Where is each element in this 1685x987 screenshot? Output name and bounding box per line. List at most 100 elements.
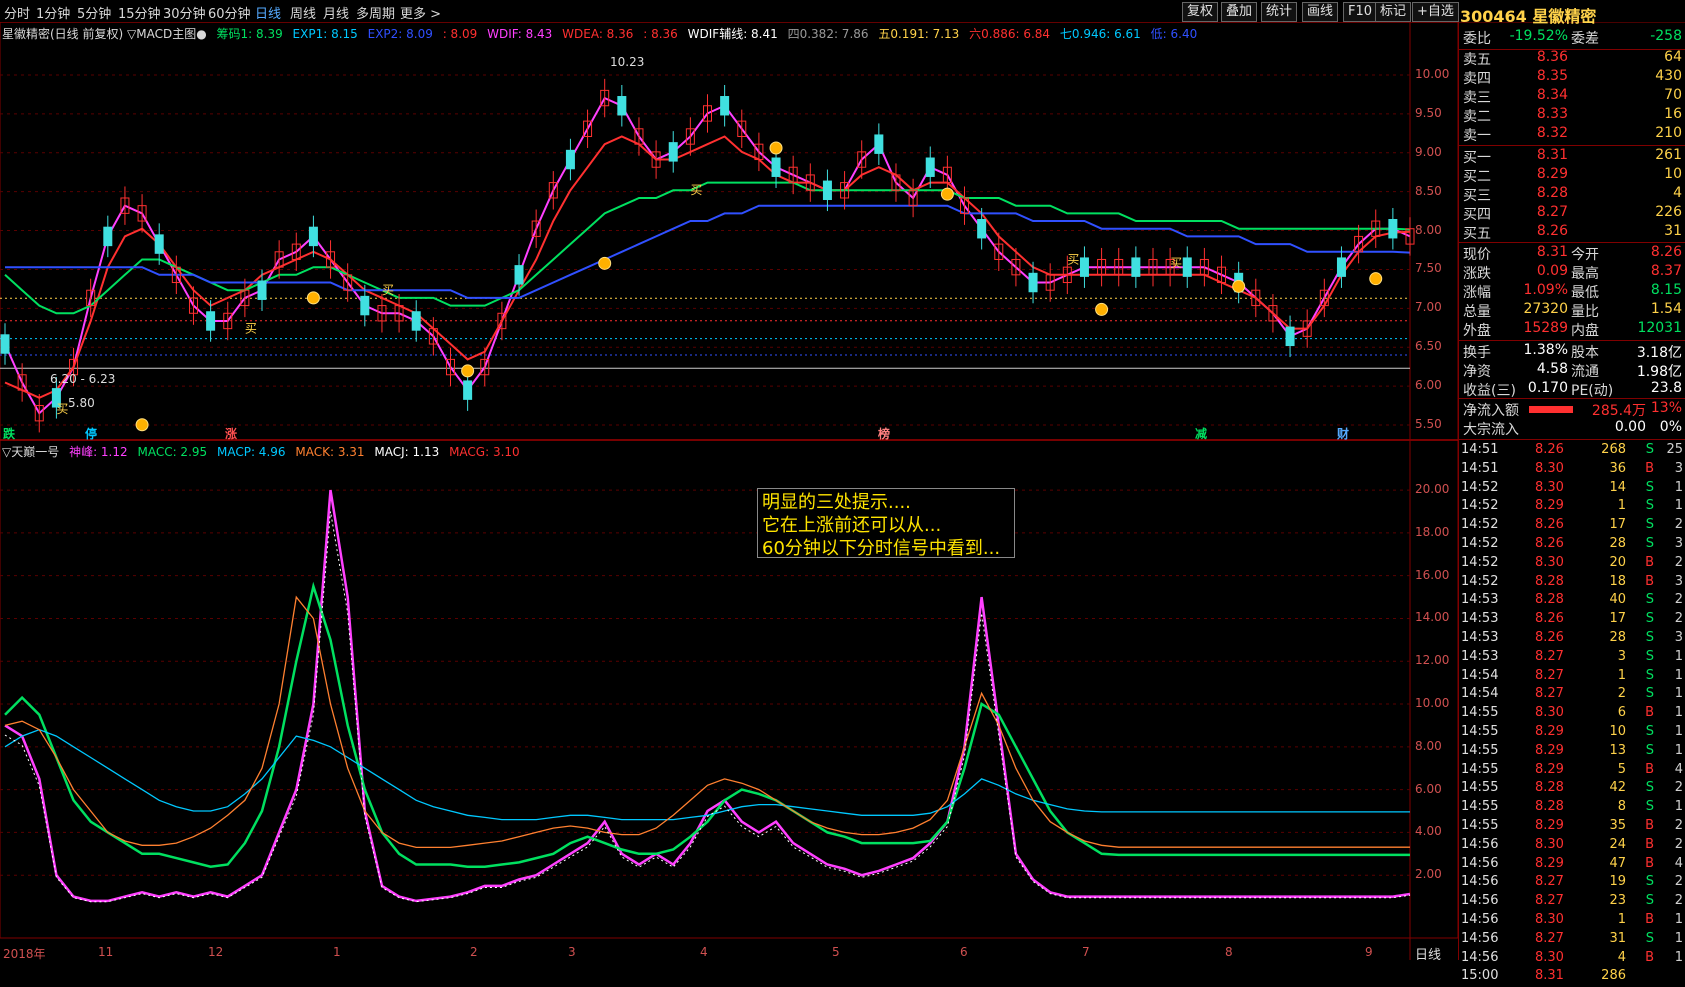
f10-button[interactable]: F10 (1343, 2, 1378, 22)
tick-row[interactable]: 14:55 8.30 6 B 1 (1459, 705, 1685, 724)
tick-row[interactable]: 14:54 8.27 1 S 1 (1459, 668, 1685, 687)
tick-row[interactable]: 14:53 8.26 17 S 2 (1459, 611, 1685, 630)
tick-side: S (1645, 498, 1654, 514)
tf-monthly[interactable]: 月线 (323, 3, 349, 22)
tick-row[interactable]: 14:55 8.29 13 S 1 (1459, 743, 1685, 762)
tf-30min[interactable]: 30分钟 (163, 3, 206, 22)
candle-body (1388, 219, 1398, 239)
tick-row[interactable]: 14:55 8.29 10 S 1 (1459, 724, 1685, 743)
ask-row[interactable]: 卖四 8.35 430 (1459, 68, 1685, 87)
tick-vol: 14 (1609, 479, 1626, 495)
tf-daily[interactable]: 日线 (255, 3, 281, 22)
event-marker[interactable]: 榜 (878, 425, 890, 442)
tick-row[interactable]: 14:51 8.30 36 B 3 (1459, 461, 1685, 480)
tf-multi[interactable]: 多周期 (356, 3, 395, 22)
period-tag[interactable]: 日线 (1415, 944, 1441, 963)
chart-area[interactable]: 买买买买买买 (0, 22, 1458, 960)
tf-5min[interactable]: 5分钟 (77, 3, 111, 22)
tick-time: 15:00 (1461, 968, 1499, 984)
tick-vol: 2 (1617, 686, 1626, 702)
tick-time: 14:52 (1461, 498, 1499, 514)
legend-wdea2: : 8.36 (643, 27, 678, 41)
tick-row[interactable]: 14:55 8.29 5 B 4 (1459, 762, 1685, 781)
stat-label: 外盘 (1463, 323, 1491, 339)
tf-60min[interactable]: 60分钟 (208, 3, 251, 22)
bid-row[interactable]: 买三 8.28 4 (1459, 185, 1685, 204)
overlay-button[interactable]: 叠加 (1221, 2, 1258, 22)
tf-fenshi[interactable]: 分时 (4, 3, 30, 22)
bid-price: 8.27 (1536, 204, 1568, 220)
tick-row[interactable]: 15:00 8.31 286 (1459, 968, 1685, 987)
add-watchlist-button[interactable]: +自选 (1412, 2, 1459, 22)
bid-label: 买五 (1463, 226, 1491, 242)
tick-row[interactable]: 14:53 8.26 28 S 3 (1459, 630, 1685, 649)
tf-1min[interactable]: 1分钟 (36, 3, 70, 22)
bid-row[interactable]: 买二 8.29 10 (1459, 166, 1685, 185)
weicha-label: 委差 (1571, 31, 1599, 47)
tick-time: 14:52 (1461, 517, 1499, 533)
tick-price: 8.30 (1535, 912, 1564, 927)
tick-vol: 17 (1609, 611, 1626, 627)
ask-row[interactable]: 卖五 8.36 64 (1459, 49, 1685, 68)
month-label: 6 (960, 945, 968, 959)
tick-row[interactable]: 14:56 8.30 4 B 1 (1459, 950, 1685, 969)
tick-row[interactable]: 14:52 8.30 20 B 2 (1459, 555, 1685, 574)
bid-price: 8.26 (1536, 223, 1568, 239)
tick-price: 8.29 (1535, 724, 1564, 739)
event-marker[interactable]: 财 (1337, 425, 1349, 442)
event-marker[interactable]: 涨 (225, 425, 237, 442)
tick-row[interactable]: 14:53 8.27 3 S 1 (1459, 649, 1685, 668)
legend-shenfeng: 神峰: 1.12 (69, 445, 128, 459)
tick-row[interactable]: 14:53 8.28 40 S 2 (1459, 592, 1685, 611)
stats-button[interactable]: 统计 (1261, 2, 1298, 22)
ask-label: 卖五 (1463, 52, 1491, 68)
tick-side: S (1645, 724, 1654, 739)
tick-row[interactable]: 14:52 8.28 18 B 3 (1459, 574, 1685, 593)
event-marker[interactable]: 跌 (3, 425, 15, 442)
high-price-label: 10.23 (610, 55, 645, 69)
event-marker[interactable]: 减 (1195, 425, 1207, 442)
annotation-line-2: 它在上涨前还可以从... (762, 515, 942, 536)
fin-value2: 3.18亿 (1636, 345, 1682, 361)
ask-row[interactable]: 卖三 8.34 70 (1459, 87, 1685, 106)
tick-time: 14:51 (1461, 460, 1499, 476)
tick-row[interactable]: 14:56 8.27 19 S 2 (1459, 874, 1685, 893)
tick-row[interactable]: 14:51 8.26 268 S 25 (1459, 442, 1685, 461)
fuquan-button[interactable]: 复权 (1182, 2, 1219, 22)
tick-row[interactable]: 14:56 8.27 23 S 2 (1459, 893, 1685, 912)
bid-row[interactable]: 买五 8.26 31 (1459, 223, 1685, 242)
event-marker[interactable]: 停 (85, 425, 97, 442)
tick-row[interactable]: 14:55 8.29 35 B 2 (1459, 818, 1685, 837)
indicator-tick-label: 6.00 (1415, 781, 1442, 796)
tick-row[interactable]: 14:52 8.30 14 S 1 (1459, 480, 1685, 499)
bid-row[interactable]: 买四 8.27 226 (1459, 204, 1685, 223)
tick-row[interactable]: 14:54 8.27 2 S 1 (1459, 686, 1685, 705)
tick-row[interactable]: 14:56 8.29 47 B 4 (1459, 856, 1685, 875)
tick-row[interactable]: 14:55 8.28 42 S 2 (1459, 780, 1685, 799)
tick-row[interactable]: 14:55 8.28 8 S 1 (1459, 799, 1685, 818)
tf-more[interactable]: 更多 > (400, 3, 441, 22)
tick-row[interactable]: 14:52 8.29 1 S 1 (1459, 498, 1685, 517)
tf-weekly[interactable]: 周线 (290, 3, 316, 22)
tick-row[interactable]: 14:52 8.26 28 S 3 (1459, 536, 1685, 555)
tick-price: 8.29 (1535, 742, 1564, 758)
tick-count: 1 (1674, 930, 1683, 946)
tf-15min[interactable]: 15分钟 (118, 3, 161, 22)
candle-body (1028, 272, 1038, 293)
tick-row[interactable]: 14:56 8.27 31 S 1 (1459, 931, 1685, 950)
ask-row[interactable]: 卖一 8.32 210 (1459, 125, 1685, 144)
tick-time: 14:53 (1461, 592, 1499, 608)
tick-side: S (1645, 630, 1654, 645)
stat-value: 0.09 (1536, 263, 1568, 279)
mark-button[interactable]: 标记 (1375, 2, 1412, 22)
tick-side: S (1645, 799, 1654, 815)
ask-row[interactable]: 卖二 8.33 16 (1459, 106, 1685, 125)
tick-row[interactable]: 14:56 8.30 1 B 1 (1459, 912, 1685, 931)
tick-time: 14:55 (1461, 742, 1499, 758)
draw-button[interactable]: 画线 (1302, 2, 1339, 22)
tick-row[interactable]: 14:56 8.30 24 B 2 (1459, 837, 1685, 856)
bid-row[interactable]: 买一 8.31 261 (1459, 147, 1685, 166)
weibi-row: 委比 -19.52% 委差 -258 (1459, 28, 1685, 47)
tick-vol: 286 (1601, 968, 1626, 984)
tick-row[interactable]: 14:52 8.26 17 S 2 (1459, 517, 1685, 536)
